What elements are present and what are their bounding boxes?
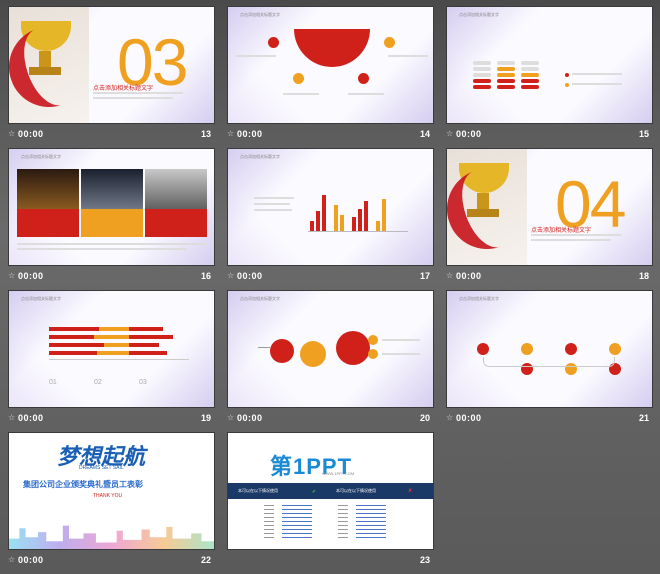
column-head-right: 本可以在以下情况使用 — [336, 488, 376, 493]
slide-thumb-19[interactable]: 点击添加相关标题文字 01 02 03 ☆ 00:00 19 — [8, 290, 215, 430]
slide-timing: 00:00 — [18, 413, 44, 423]
trophy-photo — [9, 7, 101, 123]
slide-header: 点击添加相关标题文字 — [459, 296, 499, 301]
slide-number: 22 — [200, 555, 211, 565]
slide-preview: 点击添加相关标题文字 — [227, 148, 434, 266]
slide-preview: 04 点击添加相关标题文字 — [446, 148, 653, 266]
slide-thumb-17[interactable]: 点击添加相关标题文字 ☆ 00:00 17 — [227, 148, 434, 288]
photo-1 — [17, 169, 79, 209]
slide-header: 点击添加相关标题文字 — [240, 12, 280, 17]
slide-preview: 点击添加相关标题文字 — [446, 6, 653, 124]
section-headline: 点击添加相关标题文字 — [93, 86, 154, 92]
closing-line: 集团公司企业颁奖典礼暨员工表彰 — [23, 480, 143, 489]
slide-header: 点击添加相关标题文字 — [240, 154, 280, 159]
star-icon: ☆ — [8, 555, 16, 564]
star-icon: ☆ — [227, 413, 235, 422]
section-headline: 点击添加相关标题文字 — [531, 228, 592, 234]
slide-number: 13 — [200, 129, 211, 139]
slide-preview: 点击添加相关标题文字 — [8, 148, 215, 266]
slide-thumb-14[interactable]: 点击添加相关标题文字 ☆ 00:00 14 — [227, 6, 434, 146]
thank-you-text: THANK YOU — [93, 493, 123, 499]
slide-thumb-16[interactable]: 点击添加相关标题文字 ☆ 00:00 16 — [8, 148, 215, 288]
slide-timing: 00:00 — [237, 271, 263, 281]
slide-number: 16 — [200, 271, 211, 281]
logo-url: WWW.1PPT.COM — [322, 471, 355, 476]
slide-thumb-15[interactable]: 点击添加相关标题文字 ☆ 00:00 15 — [446, 6, 653, 146]
slide-header: 点击添加相关标题文字 — [21, 296, 61, 301]
slide-preview: 03 点击添加相关标题文字 — [8, 6, 215, 124]
slide-thumb-20[interactable]: 点击添加相关标题文字 ☆ 00:00 20 — [227, 290, 434, 430]
cross-icon: ✘ — [408, 488, 413, 494]
slide-timing: 00:00 — [456, 413, 482, 423]
item-number: 03 — [139, 379, 147, 386]
closing-subtitle: DREAMS SET SAIL — [79, 465, 124, 471]
slide-header: 点击添加相关标题文字 — [459, 12, 499, 17]
slide-thumb-21[interactable]: 点击添加相关标题文字 ☆ 00:00 21 — [446, 290, 653, 430]
star-icon: ☆ — [446, 129, 454, 138]
star-icon: ☆ — [446, 413, 454, 422]
slide-number: 23 — [419, 555, 430, 565]
photo-2 — [81, 169, 143, 209]
star-icon: ☆ — [8, 413, 16, 422]
slide-timing: 00:00 — [237, 129, 263, 139]
slide-thumb-13[interactable]: 03 点击添加相关标题文字 ☆ 00:00 13 — [8, 6, 215, 146]
column-head-left: 本可以在以下情况使用 — [238, 488, 278, 493]
slide-header: 点击添加相关标题文字 — [21, 154, 61, 159]
half-circle-chart — [294, 29, 370, 67]
slide-number: 18 — [638, 271, 649, 281]
city-skyline — [9, 525, 214, 549]
slide-preview: 点击添加相关标题文字 01 02 03 — [8, 290, 215, 408]
slide-timing: 00:00 — [18, 271, 44, 281]
check-icon: ✔ — [312, 489, 317, 495]
slide-number: 19 — [200, 413, 211, 423]
slide-preview: 点击添加相关标题文字 — [446, 290, 653, 408]
slide-timing: 00:00 — [456, 129, 482, 139]
slide-thumb-22[interactable]: 梦想起航 DREAMS SET SAIL 集团公司企业颁奖典礼暨员工表彰 THA… — [8, 432, 215, 572]
slide-number: 20 — [419, 413, 430, 423]
slide-number: 21 — [638, 413, 649, 423]
slide-preview: 梦想起航 DREAMS SET SAIL 集团公司企业颁奖典礼暨员工表彰 THA… — [8, 432, 215, 550]
slide-header: 点击添加相关标题文字 — [240, 296, 280, 301]
logo: 第1PPT — [270, 454, 353, 479]
star-icon: ☆ — [227, 129, 235, 138]
slide-thumb-18[interactable]: 04 点击添加相关标题文字 ☆ 00:00 18 — [446, 148, 653, 288]
item-number: 02 — [94, 379, 102, 386]
star-icon: ☆ — [8, 129, 16, 138]
slide-thumb-23[interactable]: 第1PPT WWW.1PPT.COM 本可以在以下情况使用 本可以在以下情况使用… — [227, 432, 434, 572]
slide-number: 14 — [419, 129, 430, 139]
slide-timing: 00:00 — [456, 271, 482, 281]
slide-timing: 00:00 — [237, 413, 263, 423]
slide-timing: 00:00 — [18, 129, 44, 139]
slide-preview: 第1PPT WWW.1PPT.COM 本可以在以下情况使用 本可以在以下情况使用… — [227, 432, 434, 550]
star-icon: ☆ — [8, 271, 16, 280]
trophy-photo — [447, 149, 539, 265]
item-number: 01 — [49, 379, 57, 386]
slide-number: 15 — [638, 129, 649, 139]
star-icon: ☆ — [227, 271, 235, 280]
slide-preview: 点击添加相关标题文字 — [227, 290, 434, 408]
slide-preview: 点击添加相关标题文字 — [227, 6, 434, 124]
slide-number: 17 — [419, 271, 430, 281]
photo-3 — [145, 169, 207, 209]
star-icon: ☆ — [446, 271, 454, 280]
slide-timing: 00:00 — [18, 555, 44, 565]
